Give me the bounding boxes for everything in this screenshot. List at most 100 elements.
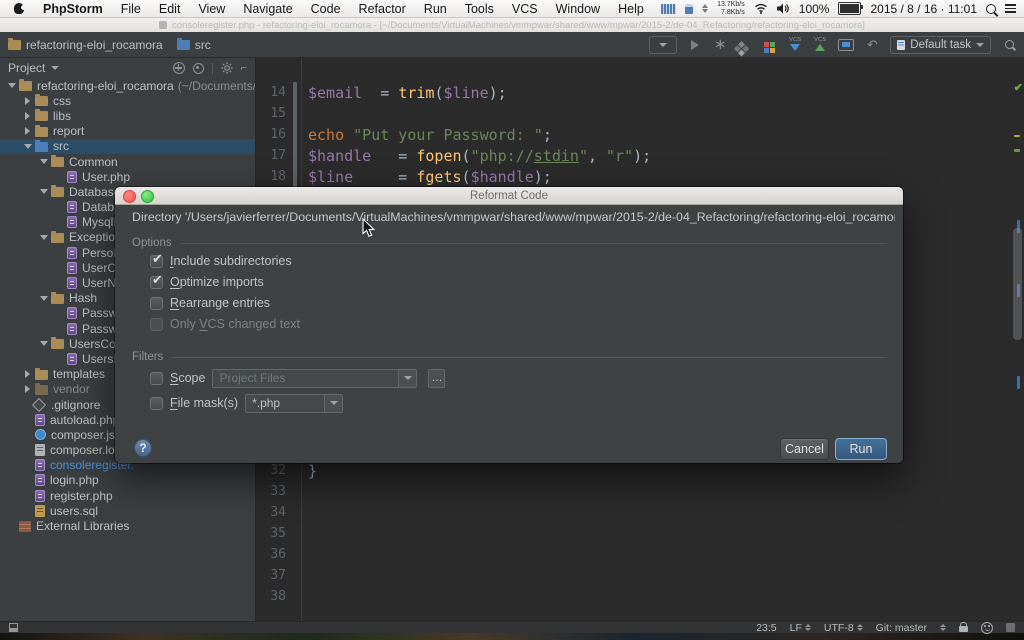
- close-window-icon[interactable]: [123, 190, 136, 203]
- checkbox-only-vcs-changed-text[interactable]: [150, 318, 163, 331]
- line-number[interactable]: 18: [256, 169, 286, 184]
- menu-bar-clock[interactable]: 2015 / 8 / 16 · 11:01: [870, 2, 977, 16]
- menu-vcs[interactable]: VCS: [503, 2, 547, 16]
- readonly-lock-icon[interactable]: [959, 626, 968, 632]
- attach-debugger-button[interactable]: [763, 36, 777, 54]
- battery-icon[interactable]: [838, 2, 861, 15]
- volume-icon[interactable]: [777, 3, 790, 14]
- inspection-ok-icon[interactable]: ✔: [1014, 83, 1023, 94]
- ok-stripe-mark[interactable]: [1014, 149, 1020, 152]
- search-everywhere-button[interactable]: [1002, 36, 1016, 54]
- chevron-down-icon[interactable]: [51, 66, 59, 70]
- menu-phpstorm[interactable]: PhpStorm: [34, 2, 112, 16]
- file-mask-combo[interactable]: *.php: [245, 394, 343, 413]
- rollback-button[interactable]: ↶: [865, 36, 879, 54]
- chevron-down-icon[interactable]: [38, 291, 49, 305]
- menu-refactor[interactable]: Refactor: [350, 2, 415, 16]
- tree-item-css[interactable]: css: [0, 93, 255, 108]
- line-number[interactable]: 35: [256, 526, 286, 541]
- hide-panel-icon[interactable]: ⌐: [241, 63, 247, 73]
- cancel-button[interactable]: Cancel: [780, 438, 829, 460]
- checkbox-row-optimize-imports[interactable]: Optimize imports: [150, 274, 264, 290]
- line-number[interactable]: 38: [256, 589, 286, 604]
- caret-position[interactable]: 23:5: [756, 622, 776, 634]
- menu-navigate[interactable]: Navigate: [234, 2, 301, 16]
- tree-item-external-libraries[interactable]: External Libraries: [0, 518, 255, 533]
- chevron-right-icon[interactable]: [22, 94, 33, 108]
- battery-percent[interactable]: 100%: [799, 2, 830, 16]
- task-combo[interactable]: Default task: [890, 36, 991, 54]
- line-number[interactable]: 36: [256, 547, 286, 562]
- updown-icon[interactable]: [940, 624, 946, 631]
- line-number[interactable]: 32: [256, 463, 286, 478]
- chevron-down-icon[interactable]: [38, 155, 49, 169]
- scope-combo[interactable]: Project Files: [212, 369, 417, 388]
- combo-arrow-button[interactable]: [398, 370, 416, 387]
- memory-meter-icon[interactable]: [685, 4, 693, 14]
- line-ending-selector[interactable]: LF: [790, 622, 811, 634]
- run-button-dialog[interactable]: Run: [835, 438, 887, 460]
- line-number[interactable]: 15: [256, 106, 286, 121]
- vcs-commit-button[interactable]: VCS: [813, 36, 827, 54]
- toolwindow-toggle-icon[interactable]: [9, 623, 18, 632]
- menu-view[interactable]: View: [189, 2, 234, 16]
- locate-file-icon[interactable]: [193, 63, 204, 74]
- chevron-right-icon[interactable]: [22, 109, 33, 123]
- tree-item-report[interactable]: report: [0, 124, 255, 139]
- memory-indicator[interactable]: [1006, 623, 1015, 632]
- vcs-update-button[interactable]: VCS: [788, 36, 802, 54]
- checkbox-row-only-vcs-changed-text[interactable]: Only VCS changed text: [150, 316, 300, 332]
- hector-inspection-icon[interactable]: [981, 622, 993, 634]
- menu-run[interactable]: Run: [415, 2, 456, 16]
- checkbox-include-subdirectories[interactable]: [150, 255, 163, 268]
- tree-item-common[interactable]: Common: [0, 154, 255, 169]
- chevron-down-icon[interactable]: [22, 139, 33, 153]
- scroll-from-source-icon[interactable]: [173, 62, 185, 74]
- menu-file[interactable]: File: [112, 2, 150, 16]
- chevron-right-icon[interactable]: [22, 382, 33, 396]
- gear-icon[interactable]: [221, 62, 233, 74]
- git-branch-selector[interactable]: Git: master: [876, 622, 927, 634]
- line-number[interactable]: 34: [256, 505, 286, 520]
- menu-code[interactable]: Code: [302, 2, 350, 16]
- scope-browse-button[interactable]: …: [428, 369, 445, 388]
- checkbox-row-rearrange-entries[interactable]: Rearrange entries: [150, 295, 270, 311]
- help-button[interactable]: ?: [134, 439, 152, 457]
- chevron-down-icon[interactable]: [38, 230, 49, 244]
- wifi-icon[interactable]: [754, 3, 768, 14]
- error-stripe[interactable]: ✔: [1010, 58, 1024, 621]
- menu-edit[interactable]: Edit: [150, 2, 190, 16]
- zoom-window-icon[interactable]: [141, 190, 154, 203]
- network-speed[interactable]: 13.7Kb/s 7.8Kb/s: [717, 1, 745, 17]
- chevron-down-icon[interactable]: [38, 185, 49, 199]
- cpu-meter-icon[interactable]: [661, 4, 676, 14]
- project-panel-title[interactable]: Project: [8, 61, 45, 75]
- tree-item-src[interactable]: src: [0, 139, 255, 154]
- breadcrumb-src[interactable]: src: [195, 38, 211, 52]
- line-number[interactable]: 16: [256, 127, 286, 142]
- tree-item-register-php[interactable]: register.php: [0, 488, 255, 503]
- tree-item-login-php[interactable]: login.php: [0, 473, 255, 488]
- menu-window[interactable]: Window: [547, 2, 609, 16]
- line-number[interactable]: 17: [256, 148, 286, 163]
- warning-stripe-mark[interactable]: [1014, 135, 1020, 137]
- tree-item-user-php[interactable]: User.php: [0, 169, 255, 184]
- checkbox-optimize-imports[interactable]: [150, 276, 163, 289]
- notification-center-icon[interactable]: [1005, 4, 1016, 13]
- line-number[interactable]: 33: [256, 484, 286, 499]
- breadcrumb-project[interactable]: refactoring-eloi_rocamora: [26, 38, 163, 52]
- run-button[interactable]: [688, 36, 702, 54]
- tree-item-users-sql[interactable]: users.sql: [0, 503, 255, 518]
- encoding-selector[interactable]: UTF-8: [824, 622, 863, 634]
- profiler-button[interactable]: [738, 36, 752, 54]
- chevron-down-icon[interactable]: [6, 79, 17, 93]
- changes-view-button[interactable]: [838, 36, 854, 54]
- tree-item-refactoring-eloi-rocamora[interactable]: refactoring-eloi_rocamora(~/Documents/Vi…: [0, 78, 255, 93]
- chevron-right-icon[interactable]: [22, 124, 33, 138]
- checkbox-rearrange-entries[interactable]: [150, 297, 163, 310]
- network-arrows-icon[interactable]: [702, 4, 708, 13]
- menu-help[interactable]: Help: [609, 2, 653, 16]
- apple-icon[interactable]: [14, 3, 24, 14]
- scope-checkbox[interactable]: [150, 372, 163, 385]
- coverage-button[interactable]: ∗: [713, 36, 727, 54]
